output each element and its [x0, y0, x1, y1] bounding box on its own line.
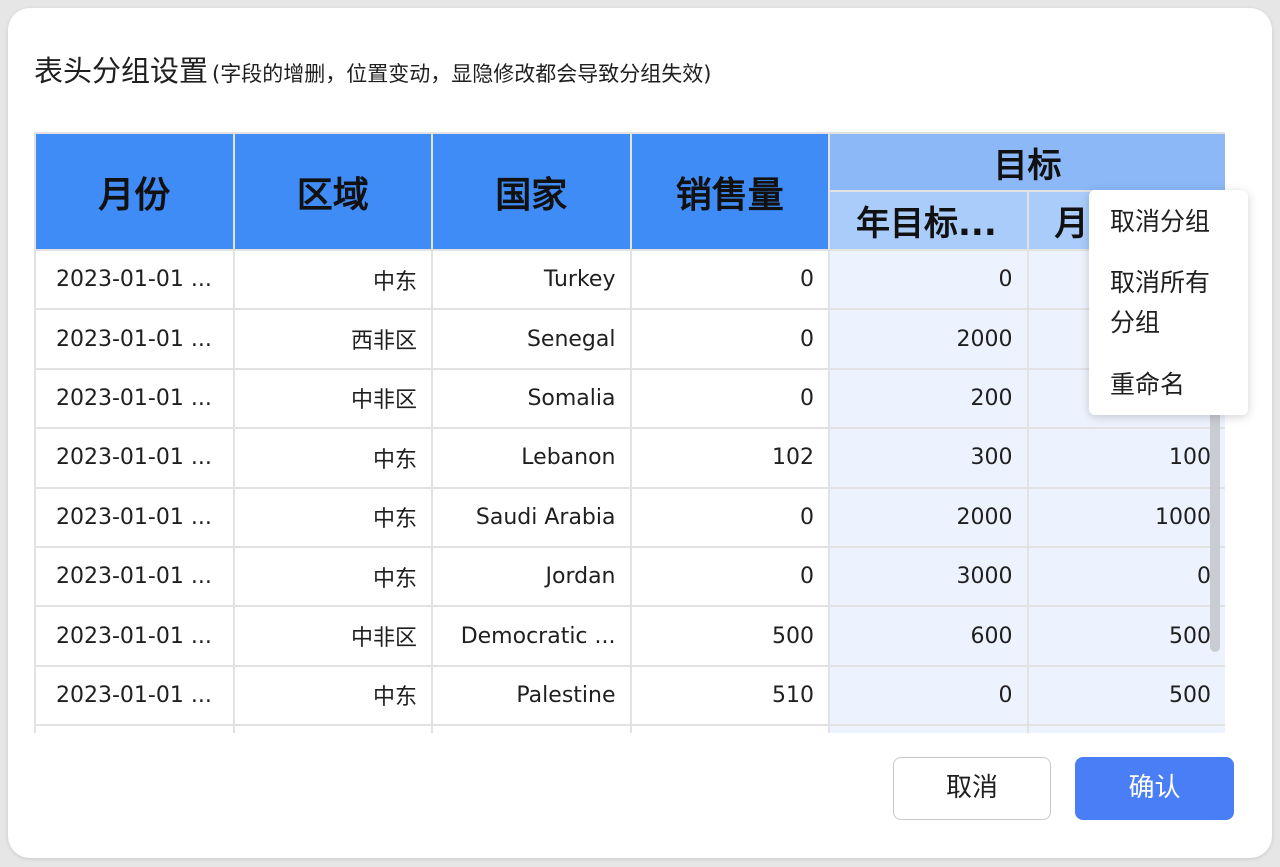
table-scrollbar[interactable] [1210, 390, 1220, 652]
cell-monthly-target: 0 [1026, 545, 1225, 608]
cell-sales: 510 [629, 664, 830, 727]
cell-month: 2023-01-01 ... [34, 605, 235, 667]
cell-sales: 0 [629, 545, 830, 608]
cell-month: 2023-01-01 ... [34, 486, 235, 548]
cell-monthly-target: 500 [1026, 664, 1225, 727]
cell-month: 2023-01-01 ... [34, 367, 235, 430]
cell-country: Palestine [431, 664, 632, 727]
cell-country: Senegal [431, 308, 632, 370]
cell-annual-target: 300 [828, 427, 1029, 489]
cell-country: Somalia [431, 367, 632, 430]
cell-country: Lebanon [431, 427, 632, 489]
cell-empty [232, 724, 433, 733]
cell-region: 西非区 [232, 308, 433, 370]
table-row: 2023-01-01 ... 中非区 Democratic ... 500 600 500 [34, 605, 1225, 667]
table-row: 2023-01-01 ... 中东 Palestine 510 0 500 [34, 664, 1225, 727]
cancel-button[interactable]: 取消 [893, 757, 1051, 820]
cell-annual-target: 3000 [828, 545, 1029, 608]
cell-empty [629, 724, 830, 733]
cell-region: 中非区 [232, 367, 433, 430]
cell-empty [34, 724, 235, 733]
table-row: 2023-01-01 ...中非区Somalia02000 [34, 367, 1225, 430]
cell-region: 中东 [232, 486, 433, 548]
cell-month: 2023-01-01 ... [34, 427, 235, 489]
cell-annual-target: 0 [828, 248, 1029, 311]
table-row: 2023-01-01 ...西非区Senegal020002000 [34, 308, 1225, 370]
header-sales[interactable]: 销售量 [629, 132, 830, 251]
cell-annual-target: 200 [828, 367, 1029, 430]
header-country[interactable]: 国家 [431, 132, 632, 251]
cell-country: Turkey [431, 248, 632, 311]
cell-empty [1026, 724, 1225, 733]
cell-annual-target: 2000 [828, 486, 1029, 548]
menu-item-ungroup[interactable]: 取消分组 [1110, 202, 1230, 242]
cell-monthly-target: 500 [1026, 605, 1225, 667]
cell-country: Democratic ... [431, 605, 632, 667]
table-row-partial [34, 724, 1225, 733]
cell-empty [828, 724, 1029, 733]
cell-month: 2023-01-01 ... [34, 545, 235, 608]
cell-sales: 0 [629, 248, 830, 311]
cell-region: 中东 [232, 427, 433, 489]
cell-sales: 0 [629, 486, 830, 548]
cell-monthly-target: 1000 [1026, 486, 1225, 548]
confirm-button[interactable]: 确认 [1075, 757, 1234, 820]
table-row: 2023-01-01 ... 中东 Lebanon 102 300 100 [34, 427, 1225, 489]
header-group-target[interactable]: 目标 [828, 132, 1225, 192]
grouping-table-container[interactable]: 月份 区域 国家 销售量 目标 年目标... 月目标 2023-01-01 ..… [34, 132, 1225, 733]
cell-empty [431, 724, 632, 733]
header-context-menu: 取消分组 取消所有分组 重命名 [1089, 190, 1248, 415]
cell-region: 中东 [232, 248, 433, 311]
table-row: 2023-01-01 ... 中东 Saudi Arabia 0 2000 1000 [34, 486, 1225, 548]
cell-month: 2023-01-01 ... [34, 664, 235, 727]
cell-month: 2023-01-01 ... [34, 308, 235, 370]
header-month[interactable]: 月份 [34, 132, 235, 251]
cell-region: 中东 [232, 545, 433, 608]
header-region[interactable]: 区域 [232, 132, 433, 251]
cell-country: Saudi Arabia [431, 486, 632, 548]
cell-country: Jordan [431, 545, 632, 608]
cell-sales: 0 [629, 308, 830, 370]
grouping-table: 月份 区域 国家 销售量 目标 年目标... 月目标 2023-01-01 ..… [34, 132, 1225, 733]
cell-month: 2023-01-01 ... [34, 248, 235, 311]
table-body: 2023-01-01 ... 中东 Turkey 0 0 2023-01-01 ... 西非… [34, 248, 1225, 733]
cell-sales: 500 [629, 605, 830, 667]
dialog-title: 表头分组设置 [34, 54, 209, 88]
dialog-title-row: 表头分组设置 (字段的增删，位置变动，显隐修改都会导致分组失效) [34, 48, 711, 90]
cell-monthly-target: 100 [1026, 427, 1225, 489]
cell-annual-target: 0 [828, 664, 1029, 727]
table-row: 2023-01-01 ... 中东 Turkey 0 0 [34, 248, 1225, 311]
cell-sales: 102 [629, 427, 830, 489]
dialog-subtitle: (字段的增删，位置变动，显隐修改都会导致分组失效) [212, 62, 712, 86]
header-annual-target[interactable]: 年目标... [828, 190, 1029, 251]
table-row: 2023-01-01 ... 中东 Jordan 0 3000 0 [34, 545, 1225, 608]
cell-annual-target: 2000 [828, 308, 1029, 370]
cell-region: 中非区 [232, 605, 433, 667]
cell-sales: 0 [629, 367, 830, 430]
cell-region: 中东 [232, 664, 433, 727]
cell-annual-target: 600 [828, 605, 1029, 667]
menu-item-rename[interactable]: 重命名 [1110, 365, 1230, 405]
menu-item-ungroup-all[interactable]: 取消所有分组 [1110, 263, 1230, 343]
